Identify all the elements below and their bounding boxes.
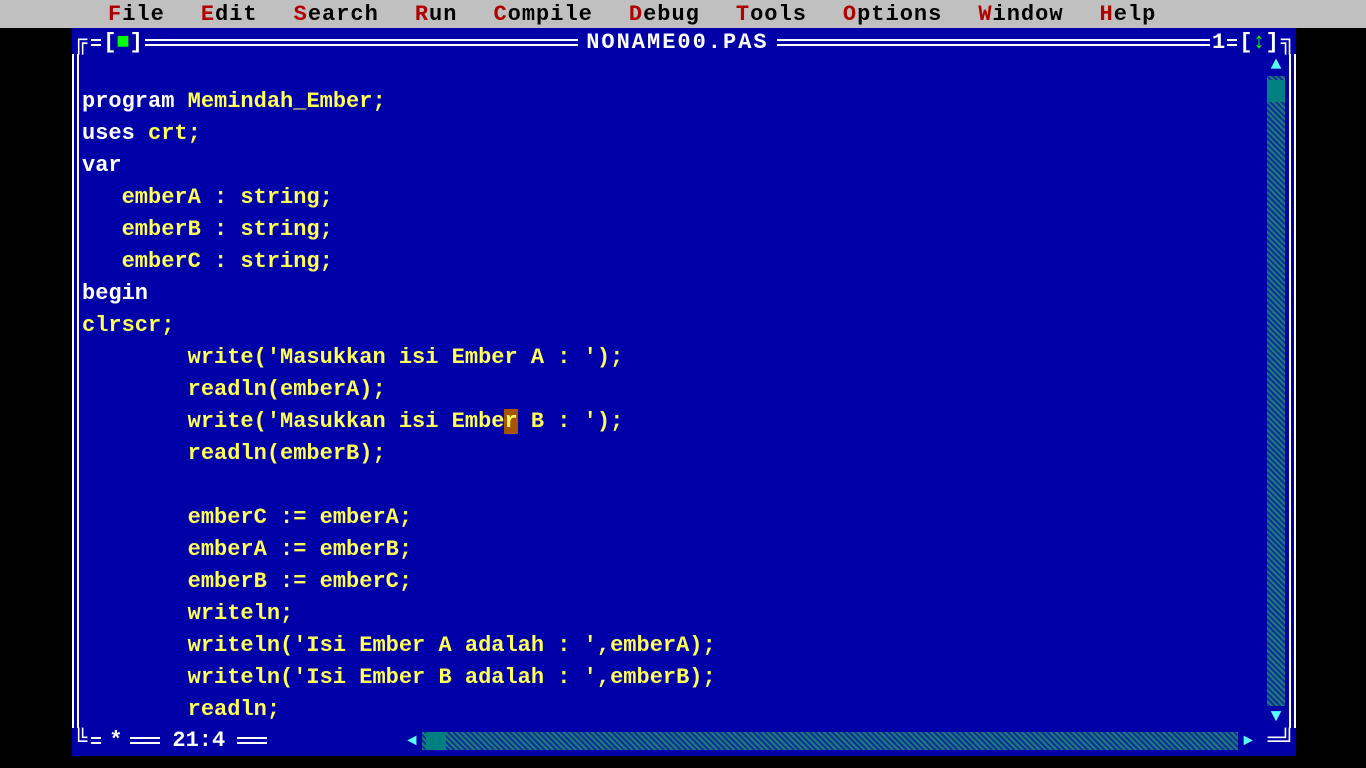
- editor-window: ╔ [■] NONAME00.PAS 1 [↕] ╗ program Memin…: [72, 28, 1296, 756]
- scrollbar-thumb-h[interactable]: [426, 732, 446, 750]
- window-close-button[interactable]: [■]: [103, 30, 143, 55]
- menu-help[interactable]: Help: [1082, 2, 1175, 27]
- menu-edit[interactable]: Edit: [183, 2, 276, 27]
- close-icon: ■: [116, 30, 129, 55]
- menu-window[interactable]: Window: [960, 2, 1081, 27]
- horizontal-scrollbar[interactable]: ◄ ►: [402, 732, 1258, 750]
- menu-search[interactable]: Search: [276, 2, 397, 27]
- window-title: NONAME00.PAS: [580, 30, 774, 55]
- window-zoom-button[interactable]: [↕]: [1239, 30, 1279, 55]
- menu-run[interactable]: Run: [397, 2, 476, 27]
- scroll-down-icon[interactable]: ▼: [1267, 706, 1285, 728]
- zoom-icon: ↕: [1252, 30, 1265, 55]
- modified-indicator: *: [103, 728, 128, 753]
- text-cursor: r: [504, 409, 517, 434]
- vertical-scrollbar[interactable]: ▲ ▼: [1267, 54, 1285, 728]
- menu-compile[interactable]: Compile: [475, 2, 610, 27]
- menu-file[interactable]: File: [90, 2, 183, 27]
- scrollbar-thumb[interactable]: [1267, 80, 1285, 102]
- scroll-right-icon[interactable]: ►: [1238, 732, 1258, 750]
- menu-tools[interactable]: Tools: [718, 2, 825, 27]
- menu-bar: File Edit Search Run Compile Debug Tools…: [0, 0, 1366, 28]
- scroll-left-icon[interactable]: ◄: [402, 732, 422, 750]
- cursor-position: 21:4: [162, 728, 235, 753]
- window-number: 1: [1212, 30, 1225, 55]
- window-frame-top: ╔ [■] NONAME00.PAS 1 [↕] ╗: [72, 30, 1296, 54]
- menu-options[interactable]: Options: [825, 2, 960, 27]
- scroll-up-icon[interactable]: ▲: [1267, 54, 1285, 76]
- window-frame-left: [72, 54, 82, 728]
- menu-debug[interactable]: Debug: [611, 2, 718, 27]
- window-frame-right: [1286, 54, 1296, 728]
- code-editor[interactable]: program Memindah_Ember; uses crt; var em…: [82, 54, 1266, 728]
